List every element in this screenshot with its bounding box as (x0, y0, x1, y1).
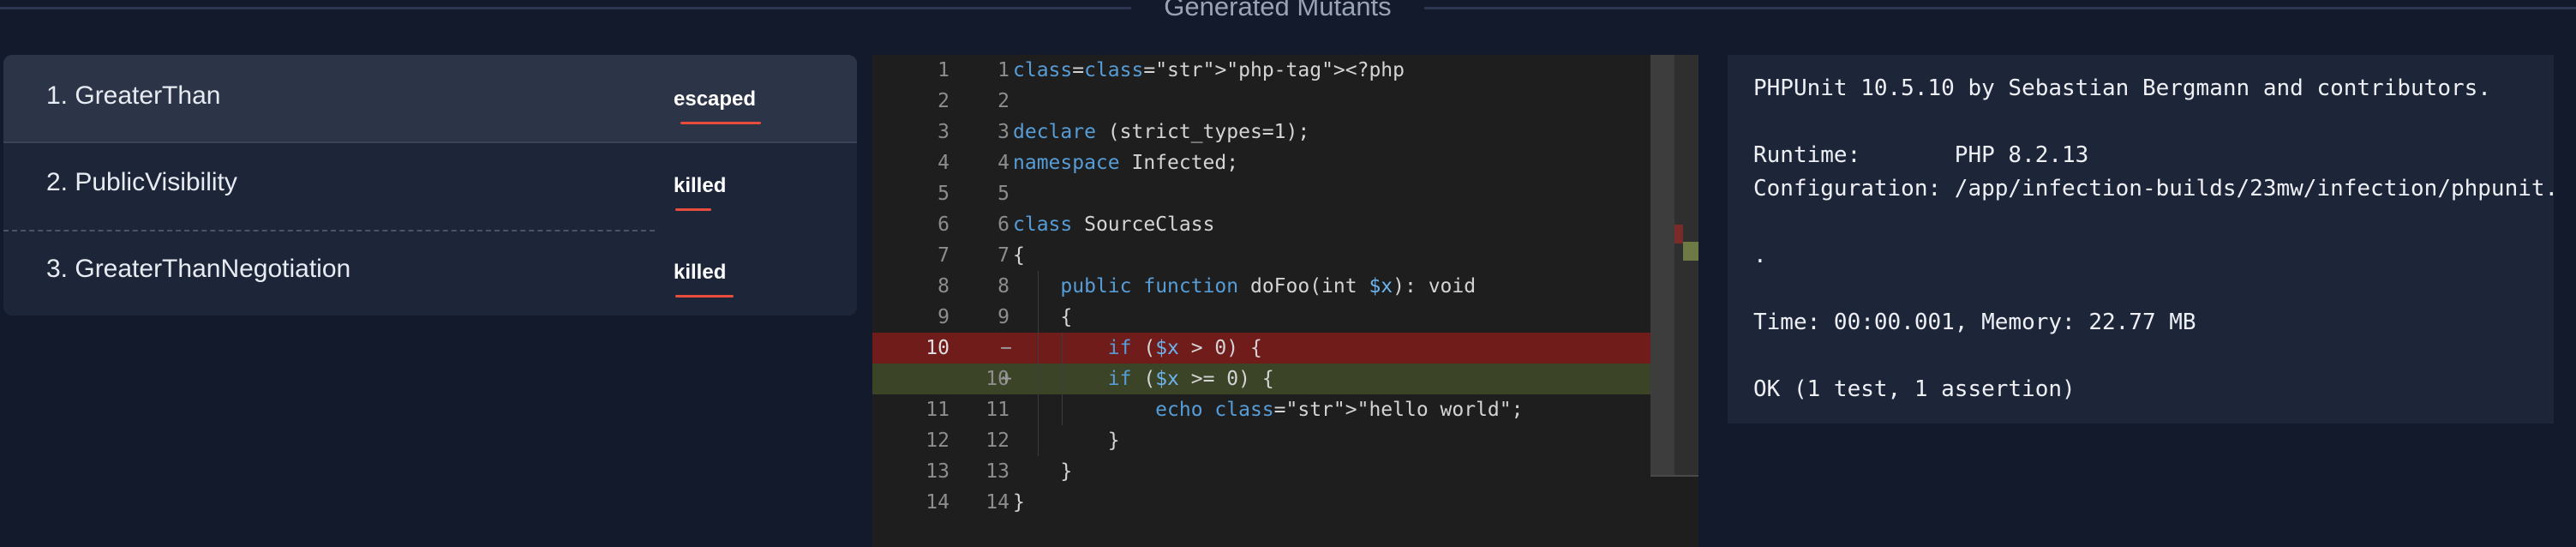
new-line-number: 8 (997, 275, 1009, 298)
new-line-number: 9 (997, 306, 1009, 328)
indent-guide (1038, 271, 1039, 456)
diff-line-context: 14 14} (872, 487, 1650, 518)
diff-line-context: 13 13 } (872, 456, 1650, 487)
code-line: { (1013, 306, 1073, 328)
code-line: public function doFoo(int $x): void (1060, 275, 1477, 298)
code-line: } (1013, 460, 1073, 483)
old-line-number: 11 (926, 399, 950, 421)
old-line-number: 8 (938, 275, 950, 298)
code-line: } (1013, 430, 1120, 452)
diff-line-context: 4 4 namespace Infected; (872, 147, 1650, 178)
diff-line-added: 10 + if ($x >= 0) { (872, 364, 1650, 394)
old-line-number: 1 (938, 59, 950, 81)
old-line-number: 7 (938, 244, 950, 267)
output-line: Time: 00:00.001, Memory: 22.77 MB (1753, 310, 2196, 335)
diff-line-context: 3 3 declare (strict_types=1); (872, 117, 1650, 147)
mutant-status-badge: killed (674, 261, 727, 284)
new-line-number: 1 (997, 59, 1009, 81)
indent-guide (1062, 333, 1063, 425)
new-line-number: 11 (985, 399, 1009, 421)
code-line: { (1013, 244, 1025, 267)
old-line-number: 6 (938, 213, 950, 236)
code-line: class SourceClass (1013, 213, 1215, 236)
diff-line-removed: 10− if ($x > 0) { (872, 333, 1650, 364)
new-line-number: 3 (997, 121, 1009, 143)
section-title: Generated Mutants (1164, 0, 1392, 21)
mutant-status-badge: escaped (674, 87, 757, 111)
status-underline (675, 295, 734, 298)
old-line-number: 13 (926, 460, 950, 483)
new-line-number: 13 (985, 460, 1009, 483)
output-line: . (1753, 243, 1767, 268)
mutant-name: 2. PublicVisibility (46, 168, 237, 196)
code-line: if ($x >= 0) { (1107, 368, 1274, 390)
diff-line-context: 11 11 echo class="str">"hello world"; (872, 394, 1650, 425)
mutant-name: 3. GreaterThanNegotiation (46, 255, 351, 283)
diff-line-context: 55 (872, 178, 1650, 209)
diff-line-context: 22 (872, 86, 1650, 117)
output-line: OK (1 test, 1 assertion) (1753, 376, 2076, 402)
old-line-number: 2 (938, 90, 950, 112)
old-line-number: 5 (938, 183, 950, 205)
mutant-item-greater-than-negotiation[interactable]: 3. GreaterThanNegotiation killed (3, 228, 857, 315)
new-line-number: 14 (985, 491, 1009, 514)
old-line-number: 14 (926, 491, 950, 514)
overview-track (1650, 55, 1674, 475)
old-line-number: 4 (938, 152, 950, 174)
status-underline (680, 122, 761, 124)
diff-line-context: 6 6 class SourceClass (872, 209, 1650, 240)
mutant-item-greater-than[interactable]: 1. GreaterThan escaped (3, 55, 857, 141)
diff-editor[interactable]: 1 1 class=class="str">"php-tag"><?php 2 2 3 3 d… (872, 55, 1698, 547)
code-line: echo class="str">"hello world"; (1155, 399, 1524, 421)
new-line-number: 2 (997, 90, 1009, 112)
status-underline (675, 208, 711, 211)
overview-added-marker (1683, 242, 1698, 261)
code-line: if ($x > 0) { (1107, 337, 1262, 359)
test-output-panel: PHPUnit 10.5.10 by Sebastian Bergmann an… (1728, 55, 2554, 424)
diff-line-context: 12 12 } (872, 425, 1650, 456)
new-line-number: 7 (997, 244, 1009, 267)
code-line: namespace Infected; (1013, 152, 1239, 174)
diff-line-context: 8 8 public function doFoo(int $x): void (872, 271, 1650, 302)
new-line-number: 4 (997, 152, 1009, 174)
old-line-number: 12 (926, 430, 950, 452)
mutant-item-public-visibility[interactable]: 2. PublicVisibility killed (3, 141, 857, 228)
mutant-list: 1. GreaterThan escaped 2. PublicVisibili… (3, 55, 857, 316)
old-line-number: 9 (938, 306, 950, 328)
mutant-status-badge: killed (674, 174, 727, 197)
mutant-name: 1. GreaterThan (46, 81, 221, 110)
diff-line-context: 1 1 class=class="str">"php-tag"><?php (872, 55, 1650, 86)
code-line: } (1013, 491, 1025, 514)
output-line: Runtime: PHP 8.2.13 (1753, 142, 2089, 168)
output-line: Configuration: /app/infection-builds/23m… (1753, 176, 2554, 201)
new-line-number: 12 (985, 430, 1009, 452)
code-line: declare (strict_types=1); (1013, 121, 1310, 143)
new-line-number: 6 (997, 213, 1009, 236)
diff-line-context: 9 9 { (872, 302, 1650, 333)
overview-edge (1650, 475, 1698, 477)
output-line: PHPUnit 10.5.10 by Sebastian Bergmann an… (1753, 75, 2491, 101)
header-divider-left (0, 7, 1131, 9)
old-line-number: 10 (926, 337, 950, 359)
header-divider-right (1424, 7, 2576, 9)
code-line: class=class="str">"php-tag"><?php (1013, 59, 1405, 81)
old-line-number: 3 (938, 121, 950, 143)
diff-line-context: 7 7{ (872, 240, 1650, 271)
diff-scrollbar[interactable] (1683, 55, 1698, 475)
new-line-number: 5 (997, 183, 1009, 205)
